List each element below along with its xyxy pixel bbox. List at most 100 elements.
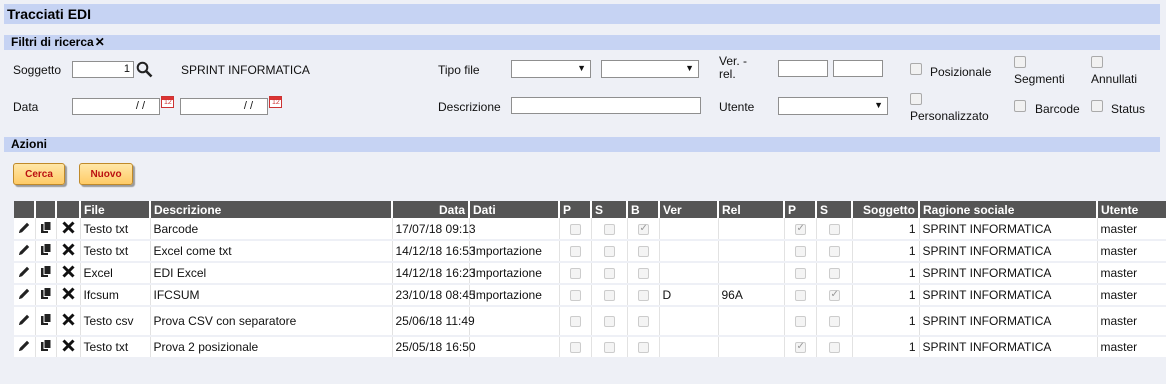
cell-rel (718, 336, 785, 359)
cell-p2-checkbox (794, 268, 806, 280)
pencil-icon[interactable] (18, 313, 31, 329)
header-edit (14, 201, 36, 218)
delete-icon[interactable] (61, 243, 75, 259)
dropdown-arrow-icon: ▼ (577, 63, 586, 73)
ver-rel-label: Ver. - rel. (719, 54, 748, 81)
copy-icon[interactable] (40, 220, 52, 237)
delete-icon[interactable] (61, 287, 75, 303)
posizionale-checkbox[interactable] (910, 63, 922, 75)
cell-descrizione: EDI Excel (150, 262, 393, 285)
cell-b-checkbox (637, 246, 649, 258)
header-file[interactable]: File (80, 201, 151, 218)
delete-icon[interactable] (61, 220, 75, 237)
cell-dati: Importazione (469, 284, 560, 307)
calendar-icon[interactable]: 12 (161, 96, 174, 108)
cell-descrizione: Barcode (150, 218, 393, 241)
cell-s2 (816, 284, 853, 307)
descrizione-input[interactable] (511, 97, 701, 114)
table-row[interactable]: Testo txtBarcode17/07/18 09:13 1SPRINT IN… (14, 218, 1166, 241)
copy-cell (35, 284, 57, 307)
close-icon[interactable]: ✕ (95, 35, 105, 49)
barcode-checkbox[interactable] (1014, 100, 1026, 112)
header-data[interactable]: Data (392, 201, 470, 218)
date-from-input[interactable]: / / (72, 98, 160, 115)
cell-s2 (816, 240, 853, 263)
header-p[interactable]: P (559, 201, 592, 218)
cell-utente: master (1097, 218, 1166, 241)
actions-section-title: Azioni (11, 137, 47, 151)
header-b[interactable]: B (627, 201, 660, 218)
new-button[interactable]: Nuovo (79, 163, 133, 185)
tipo-file-secondary-select[interactable]: ▼ (601, 60, 699, 78)
header-s[interactable]: S (591, 201, 628, 218)
delete-cell (56, 218, 81, 241)
header-rel[interactable]: Rel (718, 201, 785, 218)
copy-icon[interactable] (40, 287, 52, 303)
pencil-icon[interactable] (18, 287, 31, 303)
filters-section-title: Filtri di ricerca (11, 35, 94, 49)
cell-p-checkbox (569, 268, 581, 280)
copy-icon[interactable] (40, 243, 52, 259)
rel-input[interactable] (833, 60, 883, 77)
pencil-icon[interactable] (18, 265, 31, 281)
segmenti-checkbox[interactable] (1014, 56, 1026, 68)
copy-icon[interactable] (40, 313, 52, 329)
cell-soggetto: 1 (852, 284, 920, 307)
cell-b (627, 240, 660, 263)
copy-cell (35, 218, 57, 241)
cell-s (591, 306, 628, 337)
header-soggetto[interactable]: Soggetto (852, 201, 920, 218)
copy-icon[interactable] (40, 339, 52, 355)
segmenti-label: Segmenti (1014, 72, 1065, 86)
header-p2[interactable]: P (784, 201, 817, 218)
date-to-input[interactable]: / / (180, 98, 268, 115)
cell-ver (659, 218, 719, 241)
pencil-icon[interactable] (18, 243, 31, 259)
cell-dati (469, 306, 560, 337)
cell-p-checkbox (569, 223, 581, 235)
soggetto-input[interactable]: 1 (72, 61, 134, 78)
search-button[interactable]: Cerca (13, 163, 65, 185)
delete-icon[interactable] (61, 339, 75, 355)
page-title: Tracciati EDI (7, 6, 92, 22)
cell-p2 (784, 240, 817, 263)
status-label: Status (1111, 102, 1146, 116)
table-row[interactable]: Excel EDI Excel 14/12/18 16:23 Importazione… (14, 262, 1166, 285)
annullati-checkbox[interactable] (1091, 56, 1103, 68)
delete-icon[interactable] (61, 313, 75, 329)
cell-s2-checkbox (828, 223, 840, 235)
header-utente[interactable]: Utente (1097, 201, 1166, 218)
cell-p2 (784, 262, 817, 285)
search-icon[interactable] (136, 61, 153, 78)
cell-data: 14/12/18 16:53 (392, 240, 476, 263)
cell-b (627, 218, 660, 241)
cell-dati (469, 336, 560, 359)
status-checkbox[interactable] (1091, 100, 1103, 112)
cell-s2 (816, 218, 853, 241)
table-row[interactable]: Testo csv Prova CSV con separatore 25/06/1… (14, 306, 1166, 337)
table-row[interactable]: Testo txt Prova 2 posizionale 25/05/18 16:… (14, 336, 1166, 359)
header-ver[interactable]: Ver (659, 201, 719, 218)
ver-input[interactable] (778, 60, 828, 77)
copy-icon[interactable] (40, 265, 52, 281)
header-dati[interactable]: Dati (469, 201, 560, 218)
header-s2[interactable]: S (816, 201, 853, 218)
pencil-icon[interactable] (18, 339, 31, 355)
delete-icon[interactable] (61, 265, 75, 281)
calendar-icon[interactable]: 12 (269, 96, 282, 108)
cell-utente: master (1097, 240, 1166, 263)
utente-select[interactable]: ▼ (778, 97, 888, 115)
header-descrizione[interactable]: Descrizione (150, 201, 393, 218)
utente-label: Utente (719, 100, 755, 114)
pencil-icon[interactable] (18, 221, 31, 237)
cell-file: Testo txt (80, 336, 151, 359)
cell-p (559, 240, 592, 263)
dropdown-arrow-icon: ▼ (685, 63, 694, 73)
table-row[interactable]: Ifcsum IFCSUM 23/10/18 08:45 Importazione D 9… (14, 284, 1166, 307)
personalizzato-checkbox[interactable] (910, 93, 922, 105)
tipo-file-select[interactable]: ▼ (511, 60, 591, 78)
cell-p2-checkbox (794, 341, 806, 354)
table-row[interactable]: Testo txt Excel come txt 14/12/18 16:53 Imp… (14, 240, 1166, 263)
cell-ver (659, 262, 719, 285)
header-ragione-sociale[interactable]: Ragione sociale (919, 201, 1098, 218)
